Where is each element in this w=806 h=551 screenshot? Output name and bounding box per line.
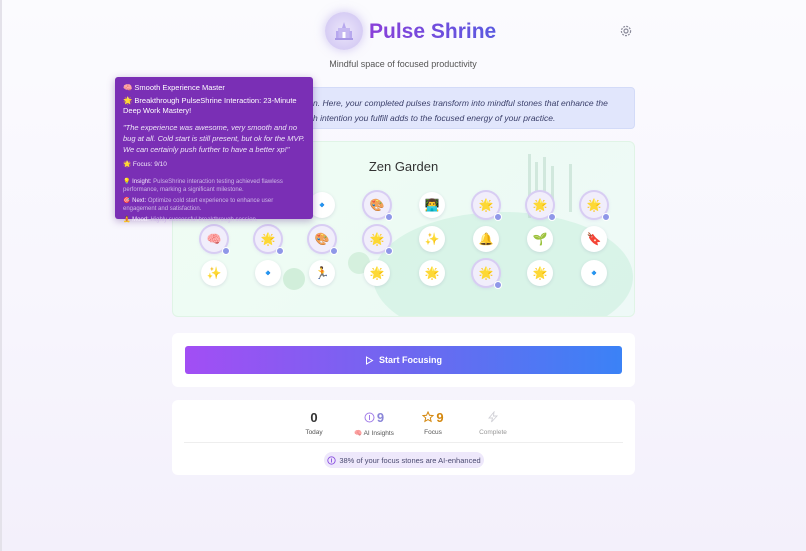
- stone-glyph: 🔹: [586, 266, 602, 280]
- stat-focus-value: 9: [436, 409, 444, 425]
- focus-stone[interactable]: 🌟: [364, 260, 390, 286]
- tooltip-insight: 💡 Insight: PulseShrine interaction testi…: [123, 178, 305, 194]
- ai-badge-icon: [494, 213, 502, 221]
- play-icon: [365, 355, 374, 365]
- ai-enhanced-badge: 38% of your focus stones are AI-enhanced: [324, 452, 484, 468]
- stats-divider: [184, 442, 623, 443]
- stats-card: 0 Today 9 🧠 AI Insights 9 Focus Complete: [172, 400, 635, 475]
- focus-stone[interactable]: 🔹: [255, 260, 281, 286]
- stone-glyph: 🔖: [586, 232, 602, 246]
- window-edge: [0, 0, 2, 551]
- stone-glyph: 🌟: [424, 266, 440, 280]
- stone-glyph: 🌱: [532, 232, 548, 246]
- stone-glyph: 🏃: [314, 266, 330, 280]
- focus-stone[interactable]: 🌟: [527, 192, 556, 221]
- stone-glyph: 🌟: [478, 266, 494, 280]
- stone-glyph: 🔹: [260, 266, 276, 280]
- focus-stone[interactable]: 🌟: [473, 260, 502, 289]
- focus-stone[interactable]: 🏃: [309, 260, 335, 286]
- insight-label: 💡 Insight:: [123, 179, 152, 185]
- stone-glyph: 🎨: [314, 232, 330, 246]
- ai-badge-icon: [330, 247, 338, 255]
- focus-stone[interactable]: 🌟: [419, 260, 445, 286]
- info-circle-icon: [364, 412, 375, 422]
- stat-complete-label: Complete: [479, 429, 507, 436]
- stone-glyph: ✨: [206, 266, 222, 280]
- stone-glyph: 🔹: [314, 198, 330, 212]
- shrine-logo-icon: [325, 12, 363, 50]
- stone-tooltip: 🧠 Smooth Experience Master 🌟 Breakthroug…: [115, 77, 313, 223]
- stat-today-value: 0: [310, 409, 318, 425]
- stone-glyph: 🌟: [369, 232, 385, 246]
- focus-stone[interactable]: 🎨: [364, 192, 393, 221]
- stone-glyph: 🎨: [369, 198, 385, 212]
- next-text: Optimize cold start experience to enhanc…: [123, 198, 274, 212]
- ai-badge-icon: [548, 213, 556, 221]
- stat-ai-value: 9: [376, 409, 385, 425]
- focus-stone[interactable]: 🌟: [473, 192, 502, 221]
- header: Pulse Shrine: [0, 10, 806, 54]
- stone-glyph: 👨‍💻: [424, 198, 440, 212]
- focus-stone[interactable]: 🔔: [473, 226, 499, 252]
- stone-glyph: 🌟: [532, 266, 548, 280]
- tooltip-mood: 🧘 Mood: Highly successful breakthrough s…: [123, 216, 305, 224]
- tooltip-title: 🌟 Breakthrough PulseShrine Interaction: …: [123, 96, 297, 115]
- start-card: Start Focusing: [172, 333, 635, 387]
- focus-stone[interactable]: 🌟: [364, 226, 393, 255]
- focus-stone[interactable]: 🌟: [255, 226, 284, 255]
- tooltip-quote: "The experience was awesome, very smooth…: [123, 123, 305, 154]
- stone-glyph: 🔔: [478, 232, 494, 246]
- stone-glyph: 🌟: [532, 198, 548, 212]
- focus-stone[interactable]: 👨‍💻: [419, 192, 445, 218]
- next-label: 🎯 Next:: [123, 198, 147, 204]
- stone-glyph: ✨: [424, 232, 440, 246]
- star-icon: [422, 411, 435, 423]
- focus-stone[interactable]: 🌟: [527, 260, 553, 286]
- ai-badge-icon: [276, 247, 284, 255]
- stone-glyph: 🧠: [206, 232, 222, 246]
- focus-stone[interactable]: 🌟: [581, 192, 610, 221]
- stat-complete: Complete: [458, 409, 528, 436]
- stone-glyph: 🌟: [260, 232, 276, 246]
- app-subtitle: Mindful space of focused productivity: [329, 59, 477, 69]
- settings-gear-icon[interactable]: [619, 24, 633, 38]
- stone-glyph: 🌟: [369, 266, 385, 280]
- focus-stone[interactable]: 🎨: [309, 226, 338, 255]
- app-title: Pulse Shrine: [369, 20, 497, 43]
- lightning-icon: [488, 411, 499, 423]
- start-focusing-button[interactable]: Start Focusing: [185, 346, 622, 374]
- focus-stone[interactable]: 🔹: [581, 260, 607, 286]
- focus-stone[interactable]: ✨: [201, 260, 227, 286]
- ai-badge-icon: [385, 213, 393, 221]
- tooltip-focus: 🌟 Focus: 9/10: [123, 161, 167, 168]
- focus-stone[interactable]: ✨: [419, 226, 445, 252]
- mood-label: 🧘 Mood:: [123, 217, 149, 223]
- focus-stone[interactable]: 🌱: [527, 226, 553, 252]
- garden-decoration: [283, 268, 305, 290]
- ai-badge-icon: [602, 213, 610, 221]
- stone-glyph: 🌟: [478, 198, 494, 212]
- ai-enhanced-text: 38% of your focus stones are AI-enhanced: [339, 455, 481, 465]
- ai-badge-icon: [385, 247, 393, 255]
- tooltip-next: 🎯 Next: Optimize cold start experience t…: [123, 197, 305, 213]
- focus-stone[interactable]: 🧠: [201, 226, 230, 255]
- ai-badge-icon: [222, 247, 230, 255]
- start-focusing-label: Start Focusing: [378, 355, 442, 365]
- info-circle-icon: [327, 455, 336, 465]
- mood-text: Highly successful breakthrough session.: [150, 217, 258, 223]
- ai-badge-icon: [494, 281, 502, 289]
- tooltip-heading: 🧠 Smooth Experience Master: [123, 83, 225, 92]
- stone-glyph: 🌟: [586, 198, 602, 212]
- focus-stone[interactable]: 🔖: [581, 226, 607, 252]
